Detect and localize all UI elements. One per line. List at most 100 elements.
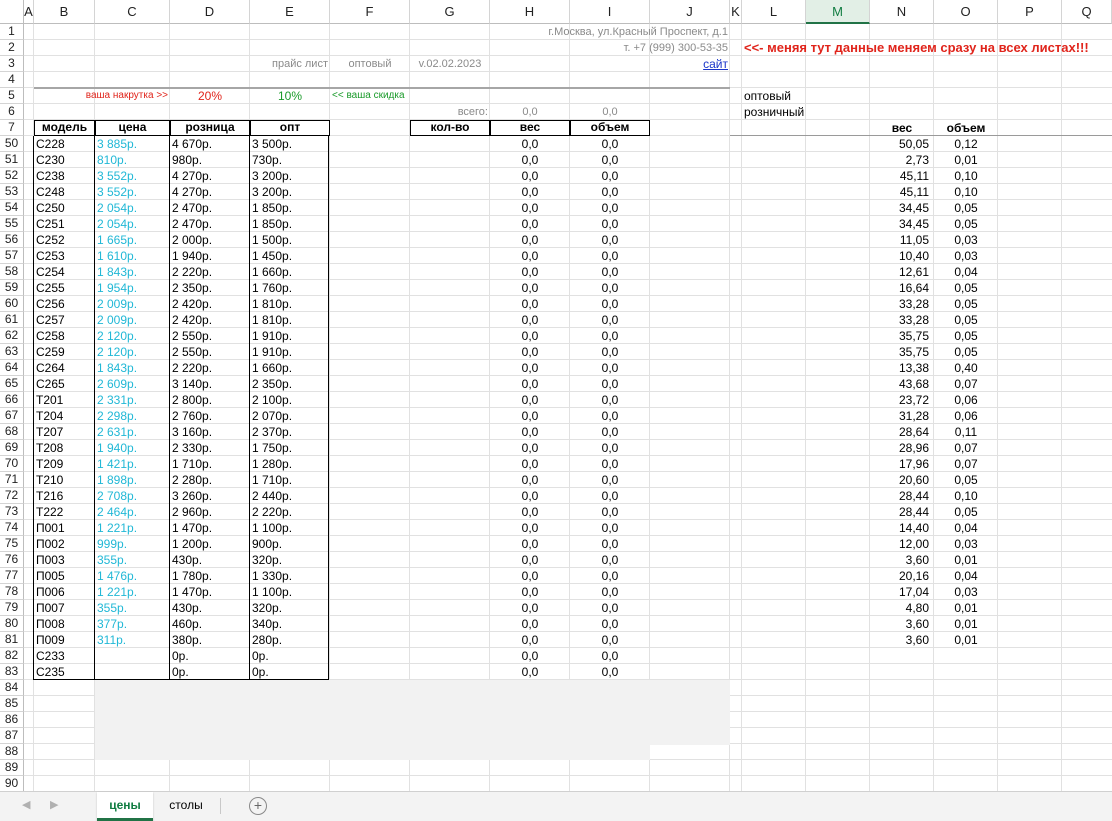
row-header[interactable]: 71 <box>0 472 24 488</box>
column-header-o[interactable]: O <box>934 0 998 24</box>
row-quantity-input[interactable] <box>410 488 490 504</box>
row-header[interactable]: 5 <box>0 88 24 104</box>
price-option-wholesale[interactable]: оптовый <box>742 88 870 104</box>
price-option-retail[interactable]: розничный <box>742 104 870 120</box>
row-header[interactable]: 87 <box>0 728 24 744</box>
row-header[interactable]: 60 <box>0 296 24 312</box>
spreadsheet-grid[interactable]: A B C D E F G H I J K L M N O P Q 1 2 3 4 5 6 7 50 51 52 53 54 55 56 57… <box>0 0 1112 791</box>
row-quantity-input[interactable] <box>410 312 490 328</box>
row-header[interactable]: 82 <box>0 648 24 664</box>
row-header[interactable]: 59 <box>0 280 24 296</box>
row-header[interactable]: 89 <box>0 760 24 776</box>
row-quantity-input[interactable] <box>410 408 490 424</box>
row-header[interactable]: 51 <box>0 152 24 168</box>
row-header[interactable]: 72 <box>0 488 24 504</box>
site-link[interactable]: сайт <box>650 56 730 72</box>
column-header-l[interactable]: L <box>742 0 806 24</box>
row-quantity-input[interactable] <box>410 520 490 536</box>
row-header[interactable]: 90 <box>0 776 24 791</box>
row-quantity-input[interactable] <box>410 376 490 392</box>
column-header-p[interactable]: P <box>998 0 1062 24</box>
row-header[interactable]: 80 <box>0 616 24 632</box>
select-all-corner[interactable] <box>0 0 24 24</box>
row-header[interactable]: 1 <box>0 24 24 40</box>
row-quantity-input[interactable] <box>410 280 490 296</box>
row-header[interactable]: 57 <box>0 248 24 264</box>
row-quantity-input[interactable] <box>410 568 490 584</box>
row-quantity-input[interactable] <box>410 392 490 408</box>
column-header-a[interactable]: A <box>24 0 34 24</box>
row-header[interactable]: 68 <box>0 424 24 440</box>
row-quantity-input[interactable] <box>410 152 490 168</box>
row-quantity-input[interactable] <box>410 328 490 344</box>
row-header[interactable]: 56 <box>0 232 24 248</box>
row-quantity-input[interactable] <box>410 200 490 216</box>
row-header[interactable]: 6 <box>0 104 24 120</box>
row-quantity-input[interactable] <box>410 216 490 232</box>
row-header[interactable]: 64 <box>0 360 24 376</box>
row-quantity-input[interactable] <box>410 504 490 520</box>
row-quantity-input[interactable] <box>410 664 490 680</box>
column-header-e[interactable]: E <box>250 0 330 24</box>
row-quantity-input[interactable] <box>410 424 490 440</box>
row-header[interactable]: 70 <box>0 456 24 472</box>
row-header[interactable]: 66 <box>0 392 24 408</box>
row-header[interactable]: 53 <box>0 184 24 200</box>
column-header-g[interactable]: G <box>410 0 490 24</box>
row-header[interactable]: 65 <box>0 376 24 392</box>
row-quantity-input[interactable] <box>410 472 490 488</box>
row-header[interactable]: 86 <box>0 712 24 728</box>
row-header[interactable]: 74 <box>0 520 24 536</box>
row-header[interactable]: 75 <box>0 536 24 552</box>
row-quantity-input[interactable] <box>410 600 490 616</box>
row-header[interactable]: 2 <box>0 40 24 56</box>
column-header-b[interactable]: B <box>34 0 95 24</box>
row-header[interactable]: 4 <box>0 72 24 88</box>
row-header[interactable]: 55 <box>0 216 24 232</box>
row-quantity-input[interactable] <box>410 440 490 456</box>
row-quantity-input[interactable] <box>410 296 490 312</box>
row-quantity-input[interactable] <box>410 168 490 184</box>
row-header[interactable]: 76 <box>0 552 24 568</box>
column-header-f[interactable]: F <box>330 0 410 24</box>
row-header[interactable]: 50 <box>0 136 24 152</box>
row-quantity-input[interactable] <box>410 648 490 664</box>
row-header[interactable]: 88 <box>0 744 24 760</box>
row-header[interactable]: 79 <box>0 600 24 616</box>
row-quantity-input[interactable] <box>410 184 490 200</box>
row-quantity-input[interactable] <box>410 584 490 600</box>
row-header[interactable]: 83 <box>0 664 24 680</box>
row-header[interactable]: 84 <box>0 680 24 696</box>
row-quantity-input[interactable] <box>410 552 490 568</box>
row-quantity-input[interactable] <box>410 248 490 264</box>
row-header[interactable]: 73 <box>0 504 24 520</box>
row-header[interactable]: 7 <box>0 120 24 136</box>
scroll-left-arrow-icon[interactable]: ◀ <box>22 798 30 811</box>
column-header-j[interactable]: J <box>650 0 730 24</box>
row-quantity-input[interactable] <box>410 232 490 248</box>
row-header[interactable]: 69 <box>0 440 24 456</box>
row-header[interactable]: 62 <box>0 328 24 344</box>
column-header-h[interactable]: H <box>490 0 570 24</box>
row-header[interactable]: 3 <box>0 56 24 72</box>
row-quantity-input[interactable] <box>410 632 490 648</box>
sheet-tab-tables[interactable]: столы <box>160 792 212 818</box>
column-header-n[interactable]: N <box>870 0 934 24</box>
column-header-q[interactable]: Q <box>1062 0 1112 24</box>
row-quantity-input[interactable] <box>410 536 490 552</box>
add-sheet-icon[interactable]: + <box>249 797 267 815</box>
row-header[interactable]: 78 <box>0 584 24 600</box>
row-header[interactable]: 85 <box>0 696 24 712</box>
row-quantity-input[interactable] <box>410 264 490 280</box>
row-header[interactable]: 54 <box>0 200 24 216</box>
row-quantity-input[interactable] <box>410 360 490 376</box>
column-header-k[interactable]: K <box>730 0 742 24</box>
row-header[interactable]: 52 <box>0 168 24 184</box>
row-header[interactable]: 63 <box>0 344 24 360</box>
row-header[interactable]: 77 <box>0 568 24 584</box>
row-quantity-input[interactable] <box>410 344 490 360</box>
discount-value[interactable]: 10% <box>250 88 330 104</box>
row-quantity-input[interactable] <box>410 616 490 632</box>
scroll-right-arrow-icon[interactable]: ▶ <box>50 798 58 811</box>
column-header-d[interactable]: D <box>170 0 250 24</box>
